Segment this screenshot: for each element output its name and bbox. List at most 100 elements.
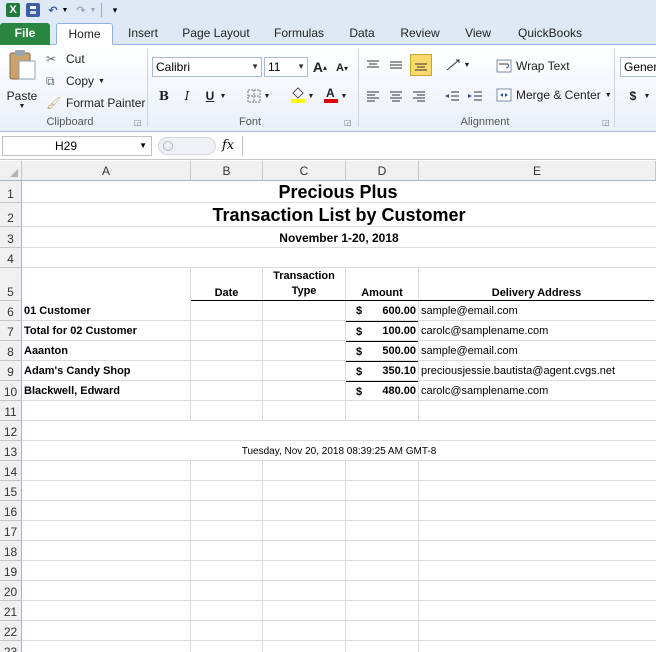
increase-indent-button[interactable]: [466, 87, 484, 105]
font-color-button[interactable]: A: [322, 85, 340, 103]
copy-button[interactable]: ⧉ Copy ▼: [46, 73, 105, 89]
font-name-select[interactable]: Calibri ▼: [152, 57, 262, 77]
row-header[interactable]: 7: [0, 321, 22, 341]
font-launcher-icon[interactable]: ◲: [344, 118, 352, 127]
tab-review[interactable]: Review: [392, 23, 448, 45]
middle-align-button[interactable]: [387, 56, 405, 74]
currency-dropdown-icon[interactable]: ▼: [642, 87, 652, 105]
fill-color-dropdown-icon[interactable]: ▼: [306, 87, 316, 105]
row-header[interactable]: 8: [0, 341, 22, 361]
gridline: [22, 580, 656, 581]
underline-button[interactable]: U: [201, 87, 219, 105]
undo-dropdown-icon[interactable]: ▼: [62, 3, 69, 17]
align-left-button[interactable]: [364, 87, 382, 105]
column-header-e[interactable]: E: [419, 161, 656, 181]
tab-page-layout[interactable]: Page Layout: [176, 23, 256, 45]
bold-button[interactable]: B: [155, 87, 173, 105]
wrap-text-button[interactable]: Wrap Text: [496, 57, 570, 75]
insert-function-icon[interactable]: fx: [222, 138, 234, 153]
tab-view[interactable]: View: [456, 23, 500, 45]
column-header-a[interactable]: A: [22, 161, 191, 181]
row-header[interactable]: 16: [0, 501, 22, 521]
formula-bar: H29 ▼ fx: [0, 133, 656, 160]
shrink-font-button[interactable]: A ▾: [333, 59, 351, 77]
row-header[interactable]: 2: [0, 203, 22, 227]
tab-formulas[interactable]: Formulas: [266, 23, 332, 45]
worksheet-grid[interactable]: A B C D E 1 2 3 4 5 6 7 8 9 10 11 12 13 …: [0, 161, 656, 652]
row-header[interactable]: 19: [0, 561, 22, 581]
italic-button[interactable]: I: [178, 87, 196, 105]
column-header-d[interactable]: D: [346, 161, 419, 181]
currency-format-button[interactable]: $: [624, 87, 642, 105]
align-center-button[interactable]: [387, 87, 405, 105]
copy-label: Copy: [66, 74, 95, 88]
tab-quickbooks[interactable]: QuickBooks: [510, 23, 590, 45]
expand-handle-icon[interactable]: [163, 141, 173, 151]
paste-button[interactable]: Paste ▼: [4, 49, 40, 113]
borders-dropdown-icon[interactable]: ▼: [262, 87, 272, 105]
top-align-button[interactable]: [364, 56, 382, 74]
header-address-text: Delivery Address: [491, 287, 582, 299]
font-color-dropdown-icon[interactable]: ▼: [339, 87, 349, 105]
undo-icon[interactable]: ↶: [46, 3, 60, 17]
row-header[interactable]: 9: [0, 361, 22, 381]
customer-cell: 01 Customer: [24, 305, 91, 317]
ribbon-home: Paste ▼ ✂ Cut ⧉ Copy ▼ 🖌 Format Painter …: [0, 45, 656, 132]
row-header[interactable]: 5: [0, 268, 22, 301]
decrease-indent-button[interactable]: [443, 87, 461, 105]
column-header-c[interactable]: C: [263, 161, 346, 181]
clipboard-launcher-icon[interactable]: ◲: [134, 118, 142, 127]
row-header[interactable]: 4: [0, 248, 22, 268]
row-header[interactable]: 22: [0, 621, 22, 641]
gridline: [22, 540, 656, 541]
borders-button[interactable]: [245, 87, 263, 105]
align-right-button[interactable]: [410, 87, 428, 105]
formula-input[interactable]: [242, 136, 656, 156]
row-header[interactable]: 14: [0, 461, 22, 481]
row-header[interactable]: 6: [0, 301, 22, 321]
underline-dropdown-icon[interactable]: ▼: [218, 87, 228, 105]
orientation-dropdown-icon[interactable]: ▼: [462, 56, 472, 74]
merge-center-button[interactable]: Merge & Center ▼: [496, 86, 612, 104]
row-header[interactable]: 3: [0, 227, 22, 248]
row-header[interactable]: 17: [0, 521, 22, 541]
row-header[interactable]: 21: [0, 601, 22, 621]
column-header-b[interactable]: B: [191, 161, 263, 181]
save-icon[interactable]: [26, 3, 40, 17]
orientation-button[interactable]: [445, 56, 463, 74]
number-format-value: Gener: [624, 60, 656, 74]
select-all-corner[interactable]: [0, 161, 22, 181]
alignment-launcher-icon[interactable]: ◲: [602, 118, 610, 127]
cut-button[interactable]: ✂ Cut: [46, 51, 85, 67]
row-header[interactable]: 13: [0, 441, 22, 461]
row-header[interactable]: 1: [0, 181, 22, 203]
paste-label: Paste: [6, 89, 38, 103]
tab-home[interactable]: Home: [56, 23, 113, 45]
name-box[interactable]: H29 ▼: [2, 136, 152, 156]
row-header[interactable]: 10: [0, 381, 22, 401]
tab-insert[interactable]: Insert: [118, 23, 168, 45]
row-header[interactable]: 20: [0, 581, 22, 601]
grow-font-button[interactable]: A ▴: [311, 58, 329, 76]
bottom-align-button[interactable]: [410, 54, 432, 76]
number-format-select[interactable]: Gener: [620, 57, 656, 77]
redo-icon[interactable]: ↷: [74, 3, 88, 17]
row-header[interactable]: 23: [0, 641, 22, 652]
row-header[interactable]: 18: [0, 541, 22, 561]
row-header[interactable]: 12: [0, 421, 22, 441]
tab-file[interactable]: File: [0, 23, 50, 45]
tab-data[interactable]: Data: [340, 23, 384, 45]
bold-icon: B: [158, 89, 170, 103]
redo-dropdown-icon[interactable]: ▼: [90, 3, 97, 17]
format-painter-button[interactable]: 🖌 Format Painter: [46, 95, 145, 111]
font-size-select[interactable]: 11 ▼: [264, 57, 308, 77]
row-header[interactable]: 15: [0, 481, 22, 501]
amount-cell: 350.10: [382, 365, 416, 377]
row-header[interactable]: 11: [0, 401, 22, 421]
customize-toolbar-icon[interactable]: ▾: [108, 3, 122, 17]
header-amount: Amount: [346, 268, 418, 301]
amount-cell: 480.00: [382, 385, 416, 397]
address-cell: sample@email.com: [421, 305, 518, 317]
fill-color-button[interactable]: [289, 85, 307, 103]
quick-access-toolbar: X ↶ ▼ ↷ ▼ ▾: [0, 0, 656, 20]
